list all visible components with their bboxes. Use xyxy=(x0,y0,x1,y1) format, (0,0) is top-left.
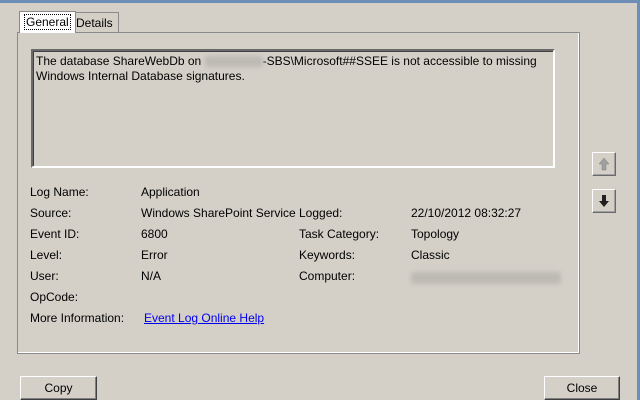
level-value: Error xyxy=(141,248,168,262)
tab-general-label: General xyxy=(24,14,71,30)
source-value: Windows SharePoint Service xyxy=(141,206,296,220)
task-category-value: Topology xyxy=(411,227,460,241)
arrow-down-icon xyxy=(599,195,609,207)
event-description-box[interactable]: The database ShareWebDb on -SBS\Microsof… xyxy=(31,49,555,168)
source-label: Source: xyxy=(30,206,72,220)
window-frame-top xyxy=(0,0,640,3)
event-id-label: Event ID: xyxy=(30,227,80,241)
tab-details[interactable]: Details xyxy=(70,12,119,33)
computer-value-redacted xyxy=(411,270,561,284)
task-category-label: Task Category: xyxy=(299,227,380,241)
log-name-value: Application xyxy=(141,185,200,199)
more-information-label: More Information: xyxy=(30,311,125,325)
close-button-label: Close xyxy=(566,381,598,395)
description-text-part1: The database ShareWebDb on xyxy=(36,54,202,68)
close-button[interactable]: Close xyxy=(544,376,620,400)
keywords-value: Classic xyxy=(411,248,450,262)
event-id-value: 6800 xyxy=(141,227,168,241)
next-event-button[interactable] xyxy=(592,189,616,213)
previous-event-button[interactable] xyxy=(592,152,616,176)
user-value: N/A xyxy=(141,269,162,283)
keywords-label: Keywords: xyxy=(299,248,356,262)
arrow-up-icon xyxy=(598,157,610,171)
event-log-online-help-link[interactable]: Event Log Online Help xyxy=(144,311,264,325)
opcode-label: OpCode: xyxy=(30,290,79,304)
computer-label: Computer: xyxy=(299,269,356,283)
copy-button-label: Copy xyxy=(44,381,73,395)
logged-value: 22/10/2012 08:32:27 xyxy=(411,206,522,220)
logged-label: Logged: xyxy=(299,206,343,220)
log-name-label: Log Name: xyxy=(30,185,89,199)
level-label: Level: xyxy=(30,248,63,262)
copy-button[interactable]: Copy xyxy=(20,376,97,400)
user-label: User: xyxy=(30,269,59,283)
tab-details-label: Details xyxy=(76,16,113,30)
redacted-server-name xyxy=(204,56,263,68)
tab-general[interactable]: General xyxy=(19,11,76,33)
